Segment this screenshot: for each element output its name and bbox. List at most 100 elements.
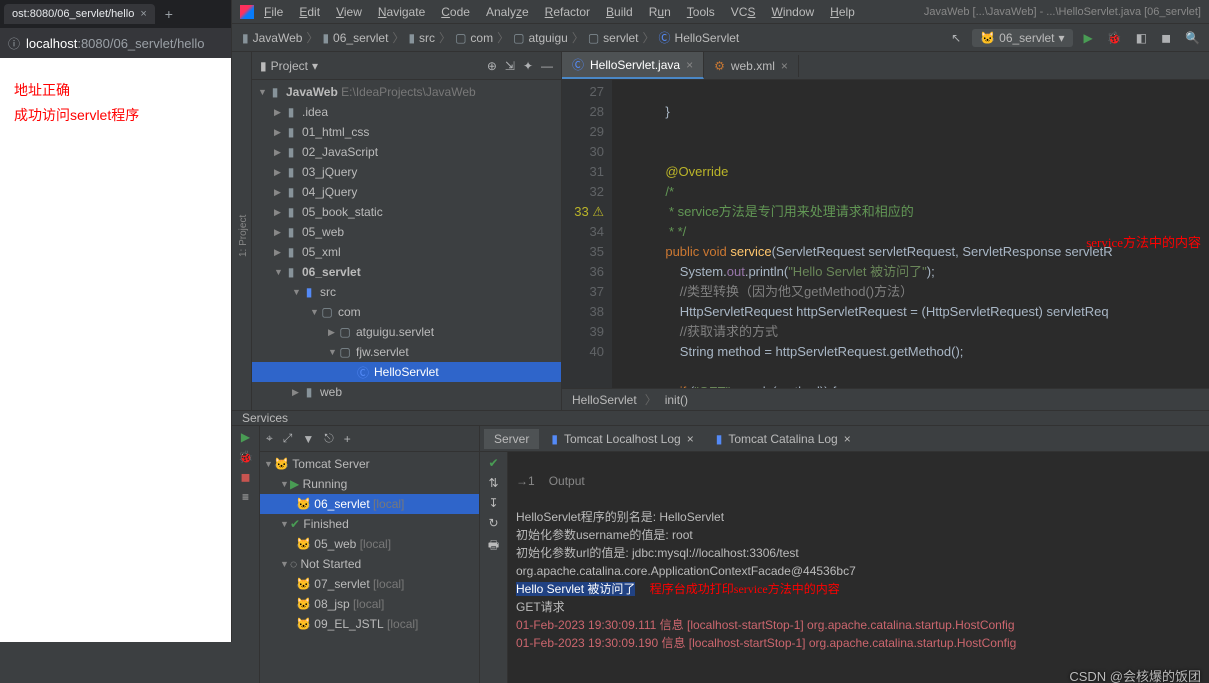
line-gutter: 27282930313233 ⚠34353637383940 <box>562 80 612 388</box>
close-icon[interactable]: × <box>781 59 788 73</box>
new-tab-button[interactable]: + <box>155 6 183 22</box>
editor-breadcrumbs[interactable]: HelloServlet〉init() <box>562 388 1209 410</box>
tree-item[interactable]: ▶▮03_jQuery <box>252 162 561 182</box>
class-icon: Ⓒ <box>659 29 671 46</box>
tree-item[interactable]: ▶▮02_JavaScript <box>252 142 561 162</box>
menu-edit[interactable]: Edit <box>293 3 326 21</box>
group-icon[interactable]: ⌖ <box>266 431 273 446</box>
tab-project-tool[interactable]: 1: Project <box>236 62 251 410</box>
tab-server[interactable]: Server <box>484 429 539 449</box>
scroll-icon[interactable]: ↧ <box>488 496 498 510</box>
tree-com[interactable]: ▼▢com <box>252 302 561 322</box>
code-editor[interactable]: 27282930313233 ⚠34353637383940 } @Overri… <box>562 80 1209 388</box>
services-tree[interactable]: ▼🐱 Tomcat Server ▼▶ Running 🐱 06_servlet… <box>260 452 479 683</box>
services-title[interactable]: Services <box>232 411 1209 426</box>
crumb-module[interactable]: ▮06_servlet <box>318 31 392 45</box>
svc-06-servlet[interactable]: 🐱 06_servlet [local] <box>260 494 479 514</box>
tree-item[interactable]: ▶▮05_xml <box>252 242 561 262</box>
run-button-icon[interactable]: ▶ <box>1081 31 1096 45</box>
editor-tab-helloservlet[interactable]: ⒸHelloServlet.java× <box>562 52 704 79</box>
select-opened-icon[interactable]: ⊕ <box>487 59 497 73</box>
expand-icon[interactable]: ⤢ <box>283 431 293 446</box>
expand-all-icon[interactable]: ⇲ <box>505 59 515 73</box>
svc-finished-group[interactable]: ▼✔ Finished <box>260 514 479 534</box>
hide-icon[interactable]: — <box>541 59 553 73</box>
stop-icon[interactable]: ◼ <box>241 470 251 484</box>
browser-tab[interactable]: ost:8080/06_servlet/hello × <box>4 4 155 24</box>
left-tool-stripe[interactable]: 1: Project <box>232 52 252 410</box>
tree-web[interactable]: ▶▮web <box>252 382 561 402</box>
close-icon[interactable]: × <box>686 58 693 72</box>
menu-help[interactable]: Help <box>824 3 861 21</box>
svc-07-servlet[interactable]: 🐱 07_servlet [local] <box>260 574 479 594</box>
menu-navigate[interactable]: Navigate <box>372 3 431 21</box>
tree-item[interactable]: ▶▮01_html_css <box>252 122 561 142</box>
crumb-project[interactable]: ▮JavaWeb <box>238 31 306 45</box>
svc-notstarted-group[interactable]: ▼◌ Not Started <box>260 554 479 574</box>
project-tree[interactable]: ▼▮JavaWeb E:\IdeaProjects\JavaWeb ▶▮.ide… <box>252 80 561 410</box>
close-tab-icon[interactable]: × <box>140 8 146 20</box>
toggle-icon[interactable]: ⇅ <box>488 476 498 490</box>
stop-icon[interactable]: ◼ <box>1158 31 1174 45</box>
menu-view[interactable]: View <box>330 3 368 21</box>
tree-icon[interactable]: ⎋ <box>324 431 334 446</box>
tree-item[interactable]: ▶▮05_web <box>252 222 561 242</box>
nav-back-icon[interactable]: ↖ <box>948 31 964 45</box>
editor-tab-webxml[interactable]: ⚙web.xml× <box>704 55 799 77</box>
menu-refactor[interactable]: Refactor <box>539 3 596 21</box>
navigation-bar: ▮JavaWeb〉 ▮06_servlet〉 ▮src〉 ▢com〉 ▢atgu… <box>232 24 1209 52</box>
rerun-icon[interactable]: ✔ <box>488 456 498 470</box>
crumb-class[interactable]: ⒸHelloServlet <box>655 29 744 46</box>
run-icon[interactable]: ▶ <box>241 430 250 444</box>
crumb-com[interactable]: ▢com <box>451 31 497 45</box>
tree-item[interactable]: ▶▮.idea <box>252 102 561 122</box>
filter-icon[interactable]: ▼ <box>302 432 314 446</box>
menu-build[interactable]: Build <box>600 3 639 21</box>
debug-button-icon[interactable]: 🐞 <box>1104 31 1125 45</box>
tree-item-06-servlet[interactable]: ▼▮06_servlet <box>252 262 561 282</box>
run-config-selector[interactable]: 🐱 06_servlet ▾ <box>972 29 1072 47</box>
close-icon[interactable]: × <box>687 432 694 446</box>
menu-file[interactable]: File <box>258 3 289 21</box>
svc-tomcat-root[interactable]: ▼🐱 Tomcat Server <box>260 454 479 474</box>
menu-vcs[interactable]: VCS <box>725 3 762 21</box>
address-bar[interactable]: ⓘ localhost:8080/06_servlet/hello <box>0 28 231 58</box>
site-info-icon[interactable]: ⓘ <box>8 35 20 52</box>
tree-item[interactable]: ▶▮05_book_static <box>252 202 561 222</box>
tree-helloservlet[interactable]: ⒸHelloServlet <box>252 362 561 382</box>
tree-src[interactable]: ▼▮src <box>252 282 561 302</box>
tree-root[interactable]: ▼▮JavaWeb E:\IdeaProjects\JavaWeb <box>252 82 561 102</box>
svc-08-jsp[interactable]: 🐱 08_jsp [local] <box>260 594 479 614</box>
crumb-src[interactable]: ▮src <box>404 31 439 45</box>
coverage-icon[interactable]: ◧ <box>1133 31 1150 45</box>
menu-run[interactable]: Run <box>643 3 677 21</box>
search-icon[interactable]: 🔍 <box>1182 31 1203 45</box>
tab-tomcat-localhost-log[interactable]: ▮Tomcat Localhost Log× <box>541 429 703 449</box>
tree-item[interactable]: ▶▮04_jQuery <box>252 182 561 202</box>
tree-pkg2[interactable]: ▼▢fjw.servlet <box>252 342 561 362</box>
add-icon[interactable]: + <box>344 432 351 446</box>
svc-05-web[interactable]: 🐱 05_web [local] <box>260 534 479 554</box>
wrap-icon[interactable]: ↻ <box>488 516 498 530</box>
project-title[interactable]: ▮ Project ▾ <box>260 59 318 73</box>
tab-tomcat-catalina-log[interactable]: ▮Tomcat Catalina Log× <box>706 429 861 449</box>
project-header: ▮ Project ▾ ⊕ ⇲ ✦ — <box>252 52 561 80</box>
filter-icon[interactable]: ≡ <box>242 490 249 504</box>
debug-icon[interactable]: 🐞 <box>238 450 253 464</box>
menu-window[interactable]: Window <box>765 3 820 21</box>
services-output-panel: Server ▮Tomcat Localhost Log× ▮Tomcat Ca… <box>480 426 1209 683</box>
console-output[interactable]: →1Output HelloServlet程序的别名是: HelloServle… <box>508 452 1209 683</box>
intellij-logo-icon <box>240 5 254 19</box>
tree-pkg1[interactable]: ▶▢atguigu.servlet <box>252 322 561 342</box>
menu-code[interactable]: Code <box>435 3 476 21</box>
project-tree-icon: ▮ <box>260 59 267 73</box>
svc-running-group[interactable]: ▼▶ Running <box>260 474 479 494</box>
print-icon[interactable]: 🖶 <box>488 536 499 557</box>
menu-analyze[interactable]: Analyze <box>480 3 535 21</box>
crumb-atguigu[interactable]: ▢atguigu <box>509 31 572 45</box>
close-icon[interactable]: × <box>844 432 851 446</box>
svc-09-el-jstl[interactable]: 🐱 09_EL_JSTL [local] <box>260 614 479 634</box>
crumb-servlet[interactable]: ▢servlet <box>584 31 643 45</box>
gear-icon[interactable]: ✦ <box>523 59 533 73</box>
menu-tools[interactable]: Tools <box>681 3 721 21</box>
